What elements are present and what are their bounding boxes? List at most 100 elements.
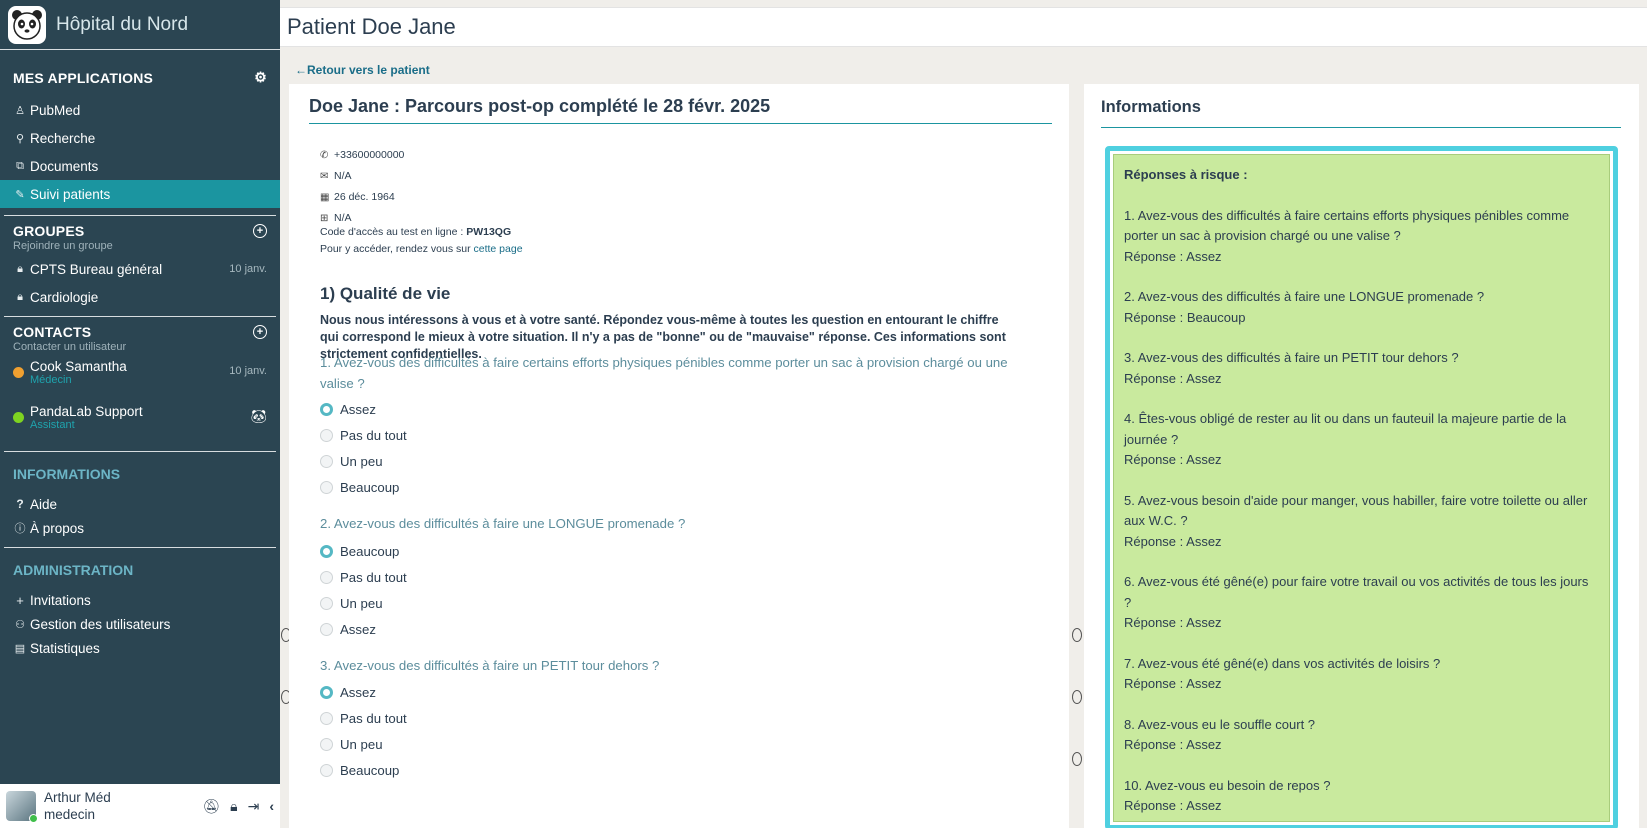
- risk-question: 6. Avez-vous été gêné(e) pour faire votr…: [1124, 574, 1589, 610]
- user-info: Arthur Méd medecin: [44, 789, 111, 823]
- risk-answer: Réponse : Assez: [1124, 676, 1222, 691]
- option-label: Beaucoup: [340, 544, 400, 559]
- avatar[interactable]: [6, 791, 38, 823]
- radio[interactable]: [320, 571, 333, 584]
- option[interactable]: Pas du tout: [320, 428, 407, 443]
- sidebar-item-label: À propos: [30, 520, 85, 536]
- option-label: Un peu: [340, 454, 383, 469]
- radio[interactable]: [320, 597, 333, 610]
- sidebar-item-recherche[interactable]: ⚲ Recherche: [0, 124, 280, 152]
- email-value: N/A: [334, 170, 352, 182]
- radio[interactable]: [320, 429, 333, 442]
- risk-answer: Réponse : Assez: [1124, 533, 1222, 549]
- add-contact-icon[interactable]: +: [253, 325, 267, 339]
- sidebar-item-invitations[interactable]: + Invitations: [0, 588, 280, 612]
- sidebar-item-label: Documents: [30, 158, 99, 174]
- risk-item: 7. Avez-vous été gêné(e) dans vos activi…: [1124, 654, 1597, 695]
- option[interactable]: Beaucoup: [320, 480, 399, 495]
- sidebar-item-documents[interactable]: ⧉ Documents: [0, 152, 280, 180]
- risk-answer: Réponse : Assez: [1124, 248, 1222, 264]
- email-line: ✉ N/A: [320, 166, 404, 187]
- contact-role: Médecin: [30, 374, 72, 386]
- sidebar-item-pubmed[interactable]: ♙ PubMed: [0, 96, 280, 124]
- edit-icon: ✎: [15, 188, 25, 201]
- person-icon: ♙: [15, 104, 25, 117]
- radio[interactable]: [320, 623, 333, 636]
- lock-icon: 🔒︎: [17, 290, 23, 303]
- radio[interactable]: [320, 455, 333, 468]
- radio-selected[interactable]: [320, 403, 333, 416]
- sidebar-item-aide[interactable]: ? Aide: [0, 492, 280, 516]
- question-3: 3. Avez-vous des difficultés à faire un …: [320, 658, 660, 673]
- sidebar-item-statistiques[interactable]: ▤ Statistiques: [0, 636, 280, 660]
- radio[interactable]: [320, 764, 333, 777]
- sidebar-item-suivi-patients[interactable]: ✎ Suivi patients: [0, 180, 280, 208]
- contact-cook-samantha[interactable]: Cook Samantha Médecin 10 janv.: [0, 359, 280, 404]
- contact-date: 10 janv.: [229, 365, 267, 377]
- radio[interactable]: [320, 481, 333, 494]
- radio-selected[interactable]: [320, 545, 333, 558]
- group-label: CPTS Bureau général: [30, 261, 163, 277]
- question-icon: ?: [16, 497, 24, 511]
- back-link-label: Retour vers le patient: [307, 63, 430, 77]
- logout-icon[interactable]: ⇥: [248, 798, 260, 815]
- option-label: Assez: [340, 402, 376, 417]
- option[interactable]: Assez: [320, 685, 376, 700]
- patient-info: ✆ +33600000000 ✉ N/A ▦ 26 déc. 1964 ⊞ N/A: [320, 145, 404, 229]
- option[interactable]: Assez: [320, 622, 376, 637]
- lock-icon[interactable]: 🔒︎: [230, 798, 237, 815]
- risk-item: 3. Avez-vous des difficultés à faire un …: [1124, 348, 1597, 389]
- risk-question: 5. Avez-vous besoin d'aide pour manger, …: [1124, 492, 1588, 529]
- option[interactable]: Beaucoup: [320, 763, 399, 778]
- risk-answer: Réponse : Assez: [1124, 798, 1222, 813]
- sidebar-group-cpts[interactable]: 🔒︎ CPTS Bureau général 10 janv.: [0, 255, 280, 283]
- join-group-link[interactable]: Rejoindre un groupe: [13, 240, 267, 252]
- contact-name: Cook Samantha: [30, 359, 127, 374]
- option[interactable]: Pas du tout: [320, 711, 407, 726]
- risk-item: 5. Avez-vous besoin d'aide pour manger, …: [1124, 491, 1597, 553]
- background-decoration: [1072, 690, 1082, 704]
- option[interactable]: Un peu: [320, 737, 383, 752]
- access-page-link[interactable]: cette page: [474, 243, 523, 255]
- radio[interactable]: [320, 738, 333, 751]
- option-label: Assez: [340, 685, 376, 700]
- contact-name: PandaLab Support: [30, 404, 143, 419]
- option[interactable]: Un peu: [320, 596, 383, 611]
- radio[interactable]: [320, 712, 333, 725]
- risk-answer: Réponse : Assez: [1124, 737, 1222, 752]
- option[interactable]: Un peu: [320, 454, 383, 469]
- online-indicator: [29, 814, 38, 823]
- mail-icon: ✉: [320, 171, 329, 182]
- add-group-icon[interactable]: +: [253, 224, 267, 238]
- apps-title: MES APPLICATIONS: [13, 69, 154, 86]
- contact-user-link[interactable]: Contacter un utilisateur: [13, 341, 267, 353]
- divider: [4, 316, 276, 317]
- section-title: 1) Qualité de vie: [320, 284, 451, 303]
- contact-pandalab-support[interactable]: PandaLab Support Assistant 🐼︎: [0, 404, 280, 449]
- option[interactable]: Pas du tout: [320, 570, 407, 585]
- option-label: Un peu: [340, 737, 383, 752]
- risk-item: 10. Avez-vous eu besoin de repos ? Répons…: [1124, 776, 1597, 817]
- collapse-chevron-icon[interactable]: ‹: [269, 798, 274, 815]
- risk-question: 1. Avez-vous des difficultés à faire cer…: [1124, 207, 1570, 244]
- calendar-icon: ▦: [320, 192, 330, 203]
- top-bar: Patient Doe Jane: [280, 7, 1647, 47]
- back-to-patient-link[interactable]: ←Retour vers le patient: [295, 63, 430, 77]
- sidebar-item-gestion-utilisateurs[interactable]: ⚇ Gestion des utilisateurs: [0, 612, 280, 636]
- stats-icon: ▤: [14, 642, 26, 655]
- groups-section-title: GROUPES +: [13, 223, 267, 239]
- panda-logo-icon[interactable]: [8, 5, 46, 44]
- risk-question: 2. Avez-vous des difficultés à faire une…: [1124, 289, 1485, 304]
- radio-selected[interactable]: [320, 686, 333, 699]
- sidebar-item-a-propos[interactable]: ⓘ À propos: [0, 516, 280, 540]
- info-icon: ⓘ: [14, 523, 26, 535]
- option[interactable]: Assez: [320, 402, 376, 417]
- sidebar-group-cardiologie[interactable]: 🔒︎ Cardiologie: [0, 283, 280, 311]
- admin-title: ADMINISTRATION: [13, 562, 134, 578]
- informations-title: INFORMATIONS: [13, 466, 121, 482]
- other-value: N/A: [334, 212, 352, 224]
- option[interactable]: Beaucoup: [320, 544, 399, 559]
- risk-answers-content[interactable]: Réponses à risque : 1. Avez-vous des dif…: [1113, 154, 1610, 822]
- gear-icon[interactable]: ⚙: [254, 69, 267, 86]
- bell-off-icon[interactable]: 🔕︎: [202, 798, 220, 815]
